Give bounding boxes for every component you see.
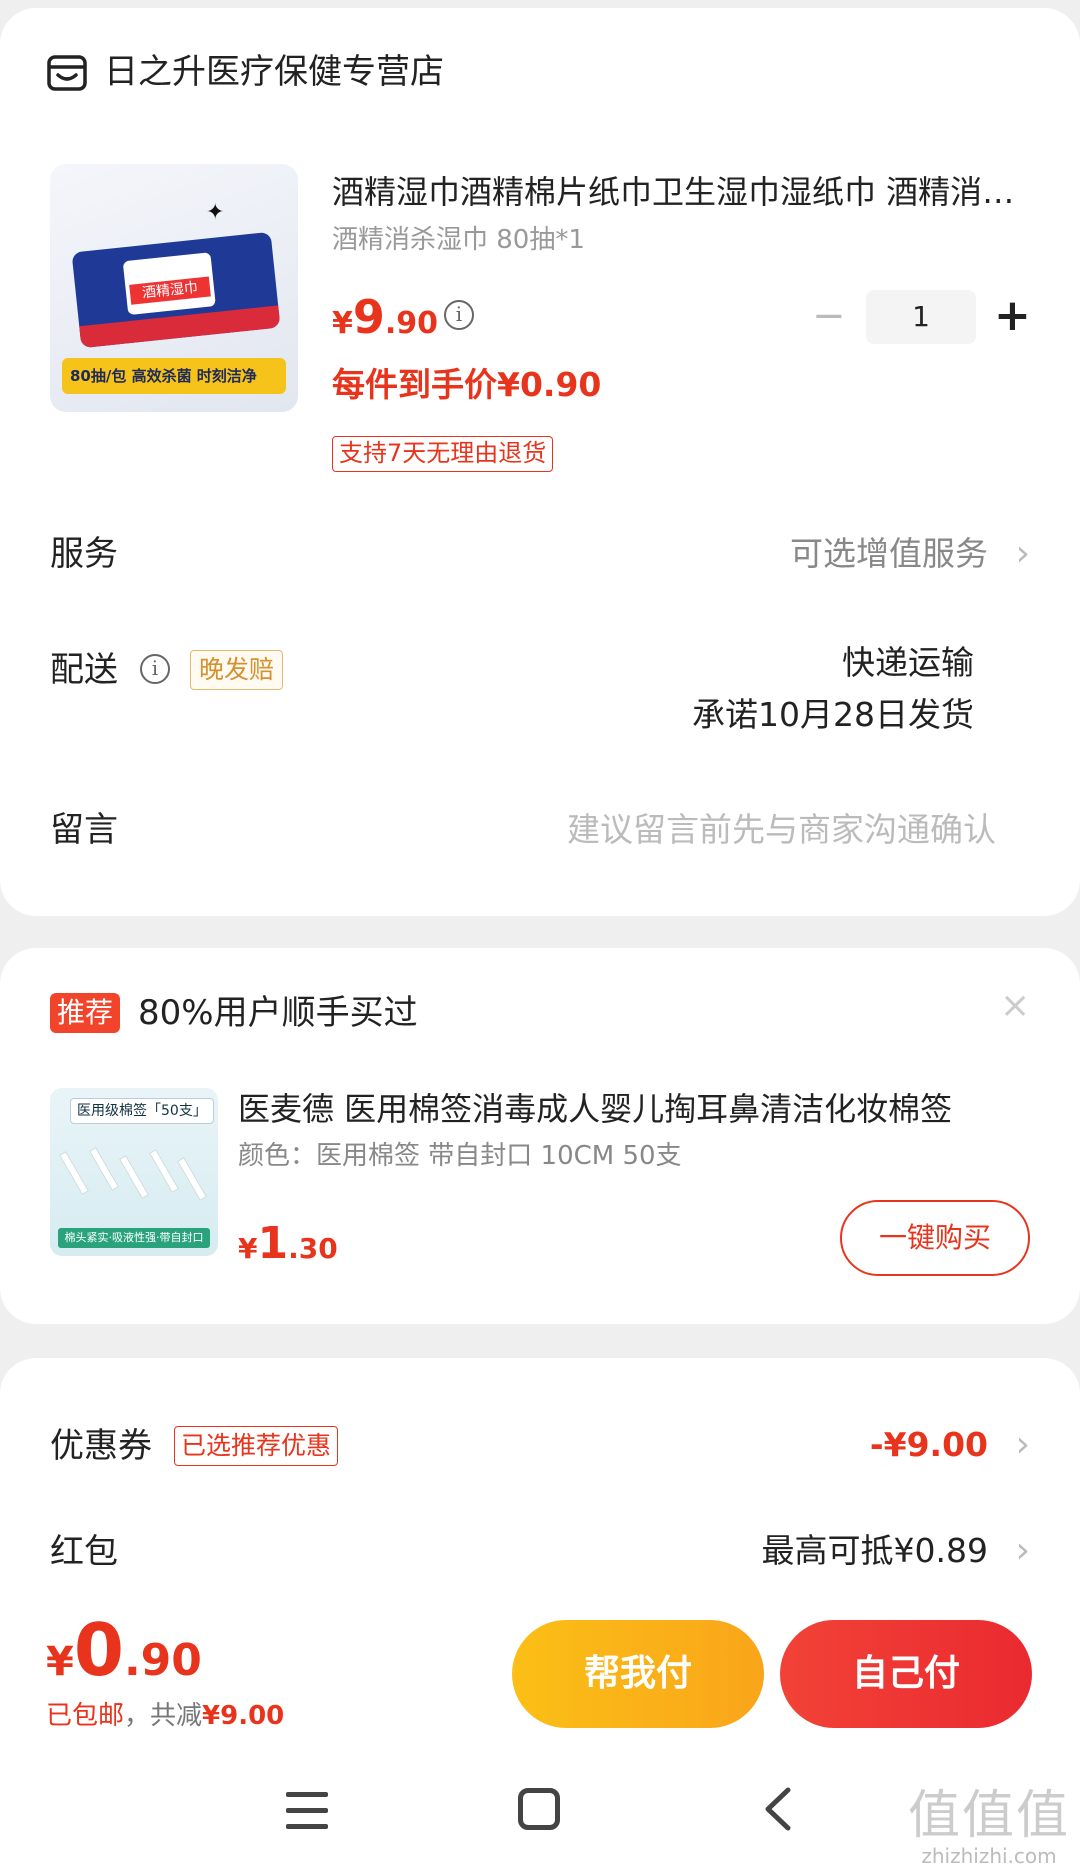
delivery-info-icon[interactable]: i (140, 654, 170, 684)
shop-name[interactable]: 日之升医疗保健专营店 (104, 46, 444, 98)
checkout-bar: ¥0.90 已包邮，共减¥9.00 帮我付 自己付 (0, 1604, 1080, 1754)
watermark: 值值值 zhizhizhi.com (908, 1788, 1070, 1868)
close-icon[interactable]: × (1000, 984, 1030, 1028)
price-info-icon[interactable]: i (444, 300, 474, 330)
product-title[interactable]: 酒精湿巾酒精棉片纸巾卫生湿巾湿纸巾 酒精消毒湿巾 (332, 170, 1032, 214)
service-value[interactable]: 可选增值服务 (790, 529, 988, 579)
quantity-increase-button[interactable]: + (994, 292, 1031, 340)
recommend-item-image[interactable]: 医用级棉签「50支」 棉头紧实·吸液性强·带自封口 (50, 1088, 218, 1256)
watermark-site: zhizhizhi.com (921, 1844, 1057, 1868)
delivery-label: 配送 (50, 650, 118, 690)
service-label: 服务 (50, 534, 118, 574)
redpacket-label: 红包 (50, 1532, 118, 1572)
coupon-value[interactable]: -¥9.00 (870, 1420, 988, 1470)
recommend-badge: 推荐 (50, 993, 121, 1033)
service-chevron-icon[interactable]: › (1016, 529, 1030, 579)
order-card: 日之升医疗保健专营店 ✦ 酒精湿巾 80抽/包 高效杀菌 时刻洁净 酒精湿巾酒精… (0, 8, 1080, 916)
home-icon[interactable] (518, 1788, 560, 1830)
shop-icon (47, 55, 87, 91)
reduced-amount: ¥9.00 (202, 1701, 285, 1731)
recommend-item-spec: 颜色：医用棉签 带自封口 10CM 50支 (238, 1141, 682, 1171)
message-label: 留言 (50, 810, 118, 850)
coupon-label: 优惠券 (50, 1426, 152, 1466)
recommend-image-tag: 医用级棉签「50支」 (70, 1098, 214, 1124)
coupon-chevron-icon[interactable]: › (1016, 1420, 1030, 1470)
quantity-decrease-button[interactable]: − (812, 296, 846, 336)
delivery-method: 快递运输 (842, 643, 974, 682)
help-pay-button[interactable]: 帮我付 (512, 1620, 764, 1728)
self-pay-button[interactable]: 自己付 (780, 1620, 1032, 1728)
pack-stripe (79, 305, 281, 349)
cotton-swabs (59, 1130, 210, 1216)
recommend-title: 80%用户顺手买过 (138, 993, 418, 1033)
message-input[interactable]: 建议留言前先与商家沟通确认 (567, 805, 996, 855)
back-icon[interactable] (758, 1786, 798, 1832)
system-nav-bar: 值值值 zhizhizhi.com (0, 1754, 1080, 1872)
per-item-price: 每件到手价¥0.90 (332, 365, 602, 404)
redpacket-value[interactable]: 最高可抵¥0.89 (762, 1526, 988, 1576)
product-image[interactable]: ✦ 酒精湿巾 80抽/包 高效杀菌 时刻洁净 (50, 164, 298, 412)
quantity-input[interactable]: 1 (866, 290, 976, 344)
return-policy-tag: 支持7天无理由退货 (332, 436, 554, 472)
product-image-banner: 80抽/包 高效杀菌 时刻洁净 (62, 358, 286, 394)
recommend-item-price: ¥1.30 (238, 1218, 338, 1269)
reduced-prefix: ，共减 (124, 1701, 203, 1731)
product-price: ¥9.90 (332, 290, 439, 344)
recommend-image-band: 棉头紧实·吸液性强·带自封口 (58, 1228, 210, 1248)
redpacket-chevron-icon[interactable]: › (1016, 1526, 1030, 1576)
recommend-item-name[interactable]: 医麦德 医用棉签消毒成人婴儿掏耳鼻清洁化妆棉签 (238, 1086, 1008, 1132)
watermark-glyphs: 值值值 (907, 1786, 1070, 1846)
recent-apps-icon[interactable] (286, 1792, 328, 1830)
late-compensation-tag: 晚发赔 (190, 650, 284, 690)
one-click-buy-button[interactable]: 一键购买 (840, 1200, 1030, 1276)
total-price: ¥0.90 (46, 1608, 202, 1692)
pack-label: 酒精湿巾 (122, 252, 216, 316)
pack-label-text: 酒精湿巾 (129, 276, 211, 305)
product-spec[interactable]: 酒精消杀湿巾 80抽*1 (332, 220, 585, 260)
recommend-card: 推荐 80%用户顺手买过 × 医用级棉签「50支」 棉头紧实·吸液性强·带自封口… (0, 948, 1080, 1324)
coupon-selected-tag: 已选推荐优惠 (174, 1426, 339, 1466)
sparkle-icon: ✦ (206, 200, 225, 225)
shipping-summary: 已包邮，共减¥9.00 (46, 1696, 284, 1736)
free-shipping-text: 已包邮 (46, 1701, 125, 1731)
wipes-pack: 酒精湿巾 (71, 231, 281, 349)
delivery-promise: 承诺10月28日发货 (692, 695, 974, 734)
